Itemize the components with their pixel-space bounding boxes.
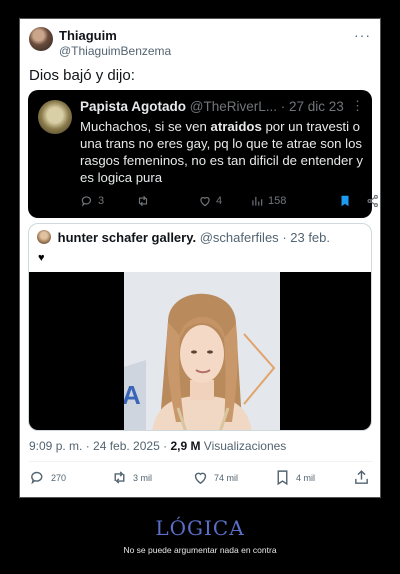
author-handle[interactable]: @ThiaguimBenzema — [59, 44, 171, 58]
author-name[interactable]: Thiaguim — [59, 28, 117, 43]
caption-subtitle: No se puede argumentar nada en contra — [123, 545, 277, 555]
embedded-retweet — [136, 194, 150, 208]
tweet-header: Thiaguim @ThiaguimBenzema ··· — [29, 27, 373, 61]
tweet-card: Thiaguim @ThiaguimBenzema ··· Dios bajó … — [19, 18, 381, 498]
embedded-avatar — [38, 100, 72, 134]
more-options-icon[interactable]: ··· — [354, 27, 371, 43]
embedded-text-bold: atraidos — [210, 119, 262, 134]
embedded-author-name: Papista Agotado — [80, 99, 187, 114]
quoted-author-name: hunter schafer gallery. — [57, 230, 197, 245]
quoted-avatar — [37, 230, 51, 244]
embedded-screenshot: Papista Agotado @TheRiverL... · 27 dic 2… — [28, 90, 378, 218]
quoted-photo[interactable]: A — [29, 272, 371, 430]
embedded-date: · 27 dic 23 — [280, 99, 344, 114]
reply-button[interactable]: 270 — [29, 469, 66, 486]
timestamp-text: 9:09 p. m. · 24 feb. 2025 · — [29, 439, 168, 453]
quoted-date: · 23 feb. — [282, 230, 331, 245]
black-heart-icon: ♥ — [38, 252, 45, 264]
embedded-like: 4 — [198, 194, 222, 208]
embedded-header: Papista Agotado @TheRiverL... · 27 dic 2… — [80, 99, 365, 114]
bookmark-icon — [277, 470, 288, 486]
embedded-reply-count: 3 — [98, 195, 105, 207]
share-icon — [367, 194, 378, 208]
like-count: 74 mil — [214, 472, 239, 483]
retweet-button[interactable]: 3 mil — [111, 469, 152, 486]
bookmark-button[interactable]: 4 mil — [274, 469, 315, 486]
embedded-like-count: 4 — [216, 195, 223, 207]
views-label: Visualizaciones — [203, 439, 287, 453]
heart-icon — [194, 472, 207, 485]
embedded-views-count: 158 — [268, 195, 287, 207]
embedded-actions: 3 4 158 — [80, 194, 378, 212]
avatar[interactable] — [29, 27, 53, 51]
reply-icon — [31, 471, 43, 485]
retweet-icon — [138, 195, 148, 207]
embedded-share — [366, 194, 380, 208]
bookmark-count: 4 mil — [296, 472, 316, 483]
tweet-timestamp: 9:09 p. m. · 24 feb. 2025 · 2,9 M Visual… — [29, 439, 286, 453]
embedded-text-start: Muchachos, si se ven — [80, 119, 211, 134]
reply-icon — [81, 196, 92, 207]
views-count: 2,9 M — [170, 439, 201, 453]
reply-count: 270 — [51, 472, 67, 483]
quoted-tweet[interactable]: hunter schafer gallery. @schaferfiles · … — [28, 223, 372, 431]
background-letter: A — [124, 380, 141, 410]
retweet-icon — [114, 471, 125, 484]
embedded-bookmark — [338, 194, 352, 208]
bookmark-icon — [341, 195, 349, 207]
tweet-text: Dios bajó y dijo: — [29, 67, 135, 84]
like-button[interactable]: 74 mil — [192, 469, 238, 486]
share-icon — [355, 470, 368, 484]
action-bar: 270 3 mil 74 mil 4 mil — [29, 469, 373, 491]
embedded-reply: 3 — [80, 194, 104, 208]
portrait-image: A — [124, 272, 280, 430]
share-button[interactable] — [353, 469, 370, 486]
quoted-header: hunter schafer gallery. @schaferfiles · … — [37, 230, 330, 245]
quoted-author-handle: @schaferfiles — [199, 230, 279, 245]
portrait-illustration: A — [124, 272, 280, 430]
embedded-more-icon: ⋮ — [351, 98, 364, 113]
views-icon — [252, 196, 263, 206]
heart-icon — [200, 197, 210, 207]
embedded-text: Muchachos, si se ven atraidos por un tra… — [80, 118, 366, 186]
caption-title: LÓGICA — [155, 516, 245, 540]
retweet-count: 3 mil — [133, 472, 153, 483]
embedded-author-handle: @TheRiverL... — [189, 99, 278, 114]
embedded-views: 158 — [250, 194, 286, 208]
divider — [29, 461, 373, 462]
